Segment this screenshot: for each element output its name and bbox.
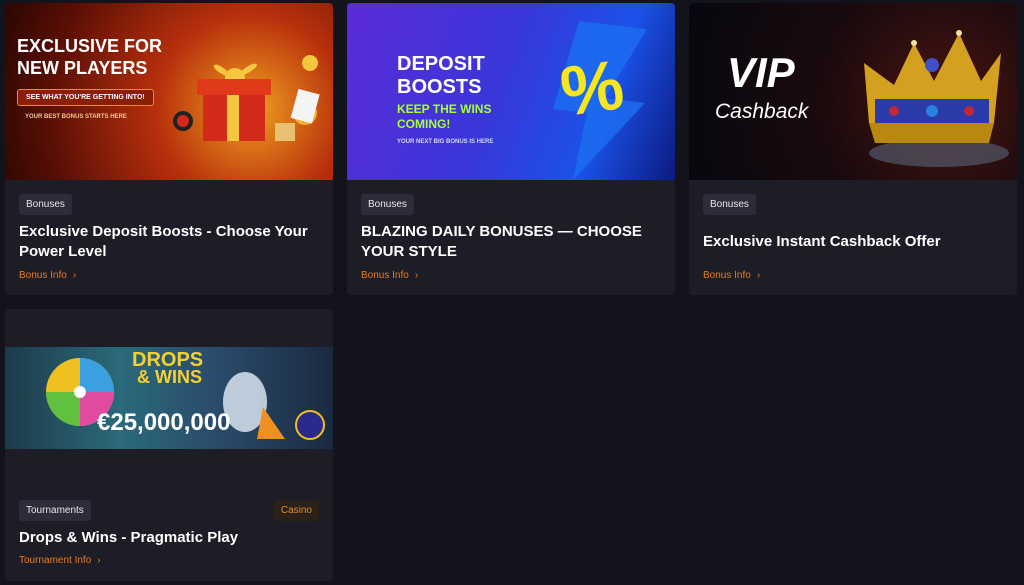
card-title[interactable]: Exclusive Instant Cashback Offer: [703, 232, 997, 252]
banner-headline: VIP: [727, 49, 795, 96]
promo-card[interactable]: EXCLUSIVE FOR NEW PLAYERS SEE WHAT YOU'R…: [5, 3, 333, 295]
promo-banner-image[interactable]: VIP Cashback: [689, 3, 1017, 180]
promo-banner-image[interactable]: EXCLUSIVE FOR NEW PLAYERS SEE WHAT YOU'R…: [5, 3, 333, 180]
promo-card[interactable]: DROPS & WINS €25,000,000 Tournaments Cas…: [5, 309, 333, 581]
chevron-right-icon: ›: [756, 270, 761, 281]
promo-banner-image[interactable]: DROPS & WINS €25,000,000: [5, 347, 333, 449]
banner-subtext: KEEP THE WINS: [397, 102, 492, 116]
category-tag: Bonuses: [361, 194, 414, 215]
card-title[interactable]: Exclusive Deposit Boosts - Choose Your P…: [19, 222, 313, 262]
category-tag-casino: Casino: [273, 500, 319, 521]
card-title[interactable]: BLAZING DAILY BONUSES — CHOOSE YOUR STYL…: [361, 222, 655, 262]
link-label: Tournament Info: [19, 555, 92, 566]
link-label: Bonus Info: [703, 270, 751, 281]
promo-banner-image[interactable]: DEPOSIT BOOSTS KEEP THE WINS COMING! YOU…: [347, 3, 675, 180]
banner-subtext: COMING!: [397, 117, 451, 131]
link-label: Bonus Info: [361, 270, 409, 281]
promo-card[interactable]: DEPOSIT BOOSTS KEEP THE WINS COMING! YOU…: [347, 3, 675, 295]
banner-headline: & WINS: [137, 367, 202, 387]
link-label: Bonus Info: [19, 270, 67, 281]
category-tag: Tournaments: [19, 500, 91, 521]
percent-symbol: %: [555, 45, 629, 131]
prize-amount: €25,000,000: [97, 409, 231, 436]
bonus-info-link[interactable]: Bonus Info ›: [361, 270, 418, 281]
banner-headline: BOOSTS: [397, 76, 482, 98]
promo-card[interactable]: VIP Cashback Bonuses Exclusive Instant C…: [689, 3, 1017, 295]
bonus-info-link[interactable]: Bonus Info ›: [19, 270, 76, 281]
banner-subtext: YOUR NEXT BIG BONUS IS HERE: [397, 139, 494, 145]
banner-headline: Cashback: [715, 100, 809, 123]
chevron-right-icon: ›: [72, 270, 77, 281]
category-tag: Bonuses: [19, 194, 72, 215]
chevron-right-icon: ›: [97, 555, 101, 566]
banner-headline: NEW PLAYERS: [17, 58, 148, 78]
bonus-info-link[interactable]: Bonus Info ›: [703, 270, 760, 281]
card-title[interactable]: Drops & Wins - Pragmatic Play: [19, 528, 313, 548]
tournament-info-link[interactable]: Tournament Info ›: [19, 555, 101, 566]
category-tag: Bonuses: [703, 194, 756, 215]
banner-headline: DEPOSIT: [397, 53, 485, 75]
chevron-right-icon: ›: [414, 270, 419, 281]
banner-subtext: YOUR BEST BONUS STARTS HERE: [25, 114, 127, 120]
banner-headline: EXCLUSIVE FOR: [17, 36, 163, 56]
banner-cta: SEE WHAT YOU'RE GETTING INTO!: [17, 89, 154, 106]
